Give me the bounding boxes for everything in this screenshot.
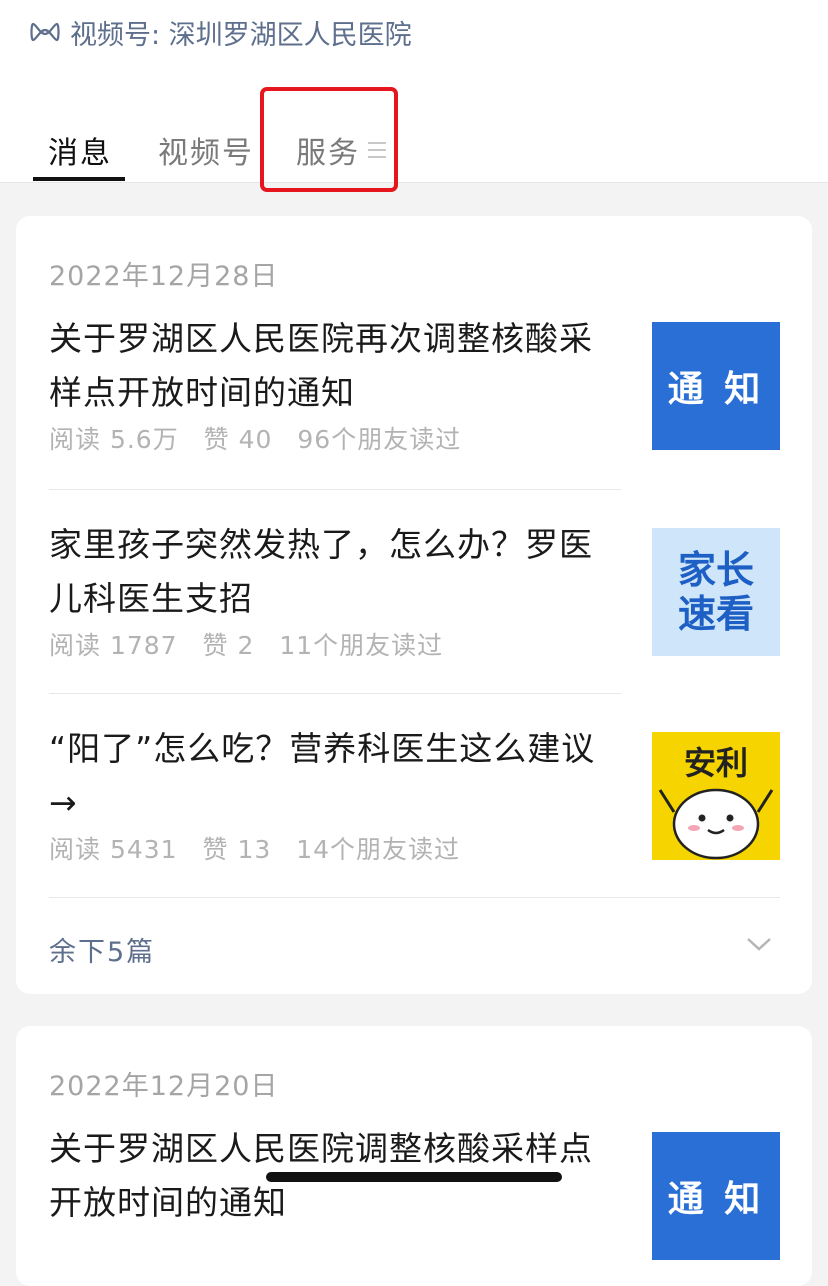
active-tab-indicator <box>33 177 125 181</box>
read-count: 阅读 5431 <box>49 835 178 864</box>
message-date: 2022年12月28日 <box>49 261 279 292</box>
top-bar: 视频号: 深圳罗湖区人民医院 消息 视频号 服务 <box>0 0 828 183</box>
thumbnail-text: 通 知 <box>667 369 765 410</box>
highlight-annotation <box>260 87 398 192</box>
cartoon-face-icon <box>658 788 774 860</box>
message-group-card: 2022年12月28日 关于罗湖区人民医院再次调整核酸采样点开放时间的通知 阅读… <box>16 216 812 994</box>
divider <box>49 693 621 694</box>
tab-bar: 消息 视频号 服务 <box>0 120 828 182</box>
thumbnail-text: 家长 <box>677 548 754 592</box>
like-count: 赞 40 <box>203 425 273 454</box>
article-thumbnail[interactable]: 通 知 <box>652 1132 780 1260</box>
tab-messages[interactable]: 消息 <box>48 128 112 172</box>
friends-read: 14个朋友读过 <box>296 835 461 864</box>
video-channel-icon <box>30 22 60 42</box>
read-count: 阅读 5.6万 <box>49 425 179 454</box>
thumbnail-text: 通 知 <box>667 1179 765 1220</box>
chevron-down-icon[interactable] <box>746 936 772 952</box>
article-thumbnail[interactable]: 通 知 <box>652 322 780 450</box>
article-stats: 阅读 1787 赞 2 11个朋友读过 <box>49 626 459 662</box>
tab-video-channel[interactable]: 视频号 <box>158 128 254 172</box>
article-item[interactable]: 家里孩子突然发热了，怎么办？罗医儿科医生支招 阅读 1787 赞 2 11个朋友… <box>49 518 797 660</box>
home-indicator[interactable] <box>266 1172 562 1182</box>
friends-read: 96个朋友读过 <box>297 425 462 454</box>
channel-label: 视频号: 深圳罗湖区人民医院 <box>70 19 412 51</box>
friends-read: 11个朋友读过 <box>279 631 444 660</box>
show-more-articles[interactable]: 余下5篇 <box>49 930 155 969</box>
article-item[interactable]: 关于罗湖区人民医院再次调整核酸采样点开放时间的通知 阅读 5.6万 赞 40 9… <box>49 312 797 454</box>
article-thumbnail[interactable]: 家长 速看 <box>652 528 780 656</box>
article-thumbnail[interactable]: 安利 <box>652 732 780 860</box>
article-stats: 阅读 5431 赞 13 14个朋友读过 <box>49 830 476 866</box>
divider <box>49 897 780 898</box>
article-title[interactable]: “阳了”怎么吃？营养科医生这么建议→ <box>49 722 609 830</box>
message-group-card: 2022年12月20日 关于罗湖区人民医院调整核酸采样点开放时间的通知 通 知 <box>16 1026 812 1286</box>
channel-link[interactable]: 视频号: 深圳罗湖区人民医院 <box>30 14 412 51</box>
message-date: 2022年12月20日 <box>49 1071 279 1102</box>
article-title[interactable]: 关于罗湖区人民医院再次调整核酸采样点开放时间的通知 <box>49 312 609 420</box>
like-count: 赞 13 <box>202 835 272 864</box>
read-count: 阅读 1787 <box>49 631 178 660</box>
article-title[interactable]: 家里孩子突然发热了，怎么办？罗医儿科医生支招 <box>49 518 609 626</box>
thumbnail-text: 速看 <box>677 592 754 636</box>
article-item[interactable]: 关于罗湖区人民医院调整核酸采样点开放时间的通知 通 知 <box>49 1122 797 1262</box>
article-item[interactable]: “阳了”怎么吃？营养科医生这么建议→ 阅读 5431 赞 13 14个朋友读过 … <box>49 722 797 864</box>
like-count: 赞 2 <box>202 631 255 660</box>
divider <box>49 489 621 490</box>
article-stats: 阅读 5.6万 赞 40 96个朋友读过 <box>49 420 477 456</box>
